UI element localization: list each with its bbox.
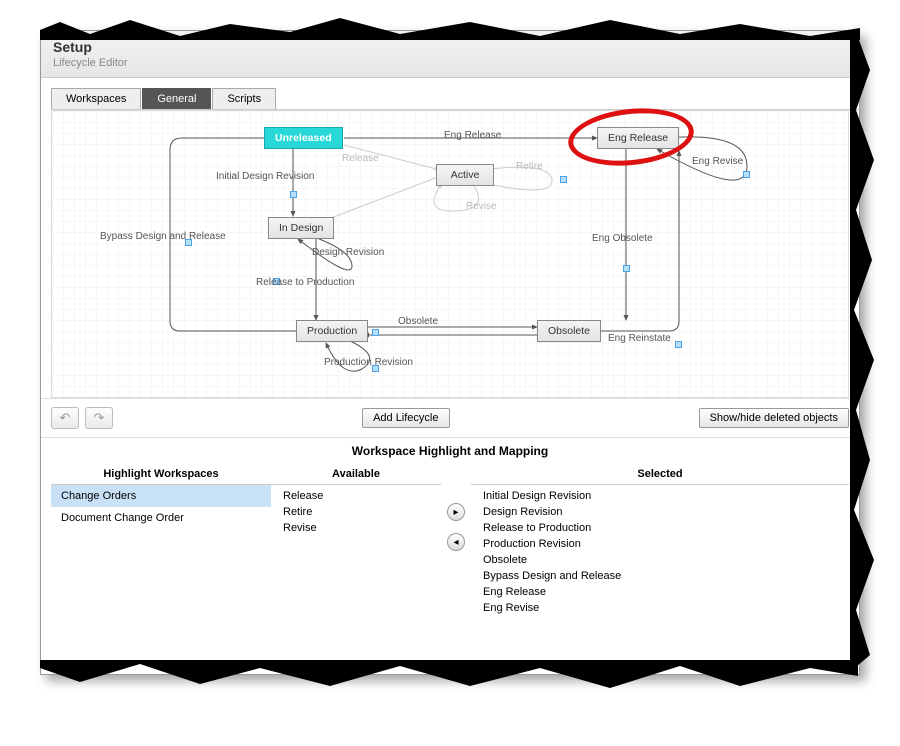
add-lifecycle-button[interactable]: Add Lifecycle xyxy=(362,408,449,428)
tab-general[interactable]: General xyxy=(142,88,211,109)
tab-workspaces[interactable]: Workspaces xyxy=(51,88,141,109)
list-item[interactable]: Initial Design Revision xyxy=(483,489,849,505)
move-right-button[interactable]: ▸ xyxy=(447,503,465,521)
page-header: Setup Lifecycle Editor xyxy=(41,31,859,78)
edge-label: Revise xyxy=(466,201,497,212)
workspace-item-document-change-order[interactable]: Document Change Order xyxy=(51,507,271,529)
state-label: Production xyxy=(307,325,357,337)
state-label: Active xyxy=(451,169,480,181)
tab-bar: Workspaces General Scripts xyxy=(51,88,859,110)
page-subtitle: Lifecycle Editor xyxy=(53,57,847,69)
selected-list: Initial Design Revision Design Revision … xyxy=(471,485,849,621)
list-item[interactable]: Retire xyxy=(283,505,441,521)
page-title: Setup xyxy=(53,39,847,55)
move-left-button[interactable]: ◂ xyxy=(447,533,465,551)
col-head-available: Available xyxy=(271,464,441,485)
state-eng-release[interactable]: Eng Release xyxy=(597,127,679,149)
workspace-list: Change Orders Document Change Order xyxy=(51,485,271,621)
chevron-left-icon: ◂ xyxy=(453,537,458,548)
list-item[interactable]: Revise xyxy=(283,521,441,537)
state-in-design[interactable]: In Design xyxy=(268,217,334,239)
redo-button[interactable]: ↷ xyxy=(85,407,113,429)
edge-label: Eng Release xyxy=(444,130,501,141)
tab-scripts[interactable]: Scripts xyxy=(212,88,276,109)
state-label: Eng Release xyxy=(608,132,668,144)
list-item[interactable]: Release to Production xyxy=(483,521,849,537)
state-active[interactable]: Active xyxy=(436,164,494,186)
edge-label: Eng Revise xyxy=(692,156,743,167)
state-label: Obsolete xyxy=(548,325,590,337)
state-obsolete[interactable]: Obsolete xyxy=(537,320,601,342)
list-item[interactable]: Eng Revise xyxy=(483,601,849,617)
list-item[interactable]: Bypass Design and Release xyxy=(483,569,849,585)
state-unreleased[interactable]: Unreleased xyxy=(264,127,343,149)
canvas-toolbar: ↶ ↷ Add Lifecycle Show/hide deleted obje… xyxy=(41,398,859,437)
list-item[interactable]: Production Revision xyxy=(483,537,849,553)
col-head-selected: Selected xyxy=(471,464,849,485)
state-production[interactable]: Production xyxy=(296,320,368,342)
edge-label: Retire xyxy=(516,161,543,172)
list-item[interactable]: Obsolete xyxy=(483,553,849,569)
edge-label: Eng Reinstate xyxy=(608,333,671,344)
chevron-right-icon: ▸ xyxy=(453,507,458,518)
workspace-item-change-orders[interactable]: Change Orders xyxy=(51,485,271,507)
mapping-title: Workspace Highlight and Mapping xyxy=(41,438,859,464)
mapping-panel: Workspace Highlight and Mapping Highligh… xyxy=(41,437,859,621)
undo-button[interactable]: ↶ xyxy=(51,407,79,429)
app-frame: Setup Lifecycle Editor Workspaces Genera… xyxy=(40,30,860,675)
col-head-workspaces: Highlight Workspaces xyxy=(51,464,271,485)
edge-label: Bypass Design and Release xyxy=(100,231,226,242)
list-item[interactable]: Design Revision xyxy=(483,505,849,521)
state-label: Unreleased xyxy=(275,132,332,144)
edge-label: Eng Obsolete xyxy=(592,233,653,244)
edge-label: Design Revision xyxy=(312,247,384,258)
redo-icon: ↷ xyxy=(94,410,105,426)
edge-label: Release xyxy=(342,153,379,164)
edge-label: Release to Production xyxy=(256,277,354,288)
lifecycle-canvas[interactable]: Unreleased Active In Design Production O… xyxy=(51,110,849,398)
list-item[interactable]: Eng Release xyxy=(483,585,849,601)
list-item[interactable]: Release xyxy=(283,489,441,505)
show-hide-deleted-button[interactable]: Show/hide deleted objects xyxy=(699,408,849,428)
available-list: Release Retire Revise xyxy=(271,485,441,621)
edge-label: Initial Design Revision xyxy=(216,171,314,182)
undo-icon: ↶ xyxy=(60,410,71,426)
edge-label: Production Revision xyxy=(324,357,413,368)
edge-label: Obsolete xyxy=(398,316,438,327)
state-label: In Design xyxy=(279,222,323,234)
